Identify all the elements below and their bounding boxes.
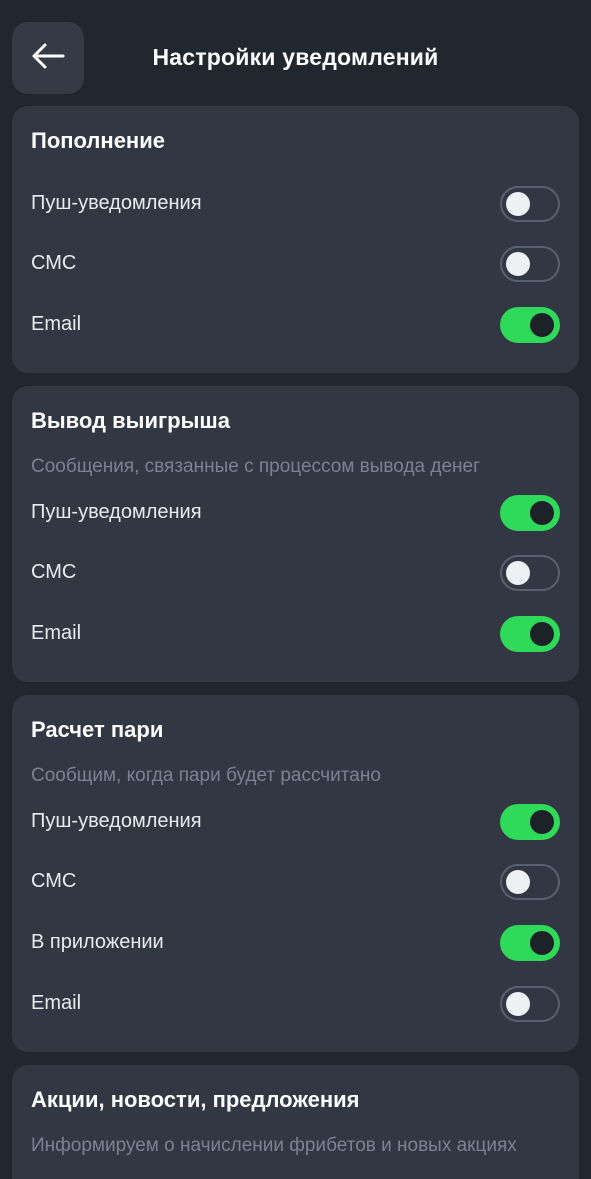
setting-label: Email xyxy=(31,992,82,1014)
in-app-toggle[interactable] xyxy=(500,925,560,961)
push-toggle[interactable] xyxy=(500,186,560,222)
toggle-knob xyxy=(506,992,530,1016)
setting-row-push: Пуш-уведомления xyxy=(12,493,579,533)
email-toggle[interactable] xyxy=(500,986,560,1022)
setting-row-email: Email xyxy=(12,984,579,1024)
setting-label: Email xyxy=(31,313,82,335)
section-description: Сообщения, связанные с процессом вывода … xyxy=(31,456,481,477)
toggle-knob xyxy=(530,622,554,646)
sms-toggle[interactable] xyxy=(500,555,560,591)
section-title: Акции, новости, предложения xyxy=(31,1087,360,1112)
email-toggle[interactable] xyxy=(500,307,560,343)
toggle-knob xyxy=(506,252,530,276)
push-toggle[interactable] xyxy=(500,495,560,531)
setting-row-push: Пуш-уведомления xyxy=(12,184,579,224)
section-deposit: Пополнение Пуш-уведомления СМС Email xyxy=(12,106,579,373)
toggle-knob xyxy=(506,870,530,894)
toggle-knob xyxy=(530,810,554,834)
section-title: Расчет пари xyxy=(31,717,164,742)
toggle-knob xyxy=(530,501,554,525)
toggle-knob xyxy=(530,931,554,955)
setting-label: Пуш-уведомления xyxy=(31,192,202,214)
setting-row-email: Email xyxy=(12,614,579,654)
setting-row-in-app: В приложении xyxy=(12,923,579,963)
page-title: Настройки уведомлений xyxy=(152,44,439,70)
sms-toggle[interactable] xyxy=(500,864,560,900)
sms-toggle[interactable] xyxy=(500,246,560,282)
setting-label: В приложении xyxy=(31,931,164,953)
section-withdrawal: Вывод выигрыша Сообщения, связанные с пр… xyxy=(12,386,579,682)
setting-row-sms: СМС xyxy=(12,553,579,593)
setting-label: Email xyxy=(31,622,82,644)
header: Настройки уведомлений xyxy=(0,0,591,100)
section-title: Пополнение xyxy=(31,128,165,153)
setting-label: Пуш-уведомления xyxy=(31,810,202,832)
section-bet-settlement: Расчет пари Сообщим, когда пари будет ра… xyxy=(12,695,579,1052)
toggle-knob xyxy=(506,192,530,216)
section-promotions: Акции, новости, предложения Информируем … xyxy=(12,1065,579,1179)
setting-label: СМС xyxy=(31,870,77,892)
toggle-knob xyxy=(506,561,530,585)
section-description: Сообщим, когда пари будет рассчитано xyxy=(31,765,381,786)
setting-row-email: Email xyxy=(12,305,579,345)
setting-row-push: Пуш-уведомления xyxy=(12,802,579,842)
email-toggle[interactable] xyxy=(500,616,560,652)
section-description: Информируем о начислении фрибетов и новы… xyxy=(31,1135,517,1156)
setting-label: Пуш-уведомления xyxy=(31,501,202,523)
section-title: Вывод выигрыша xyxy=(31,408,230,433)
push-toggle[interactable] xyxy=(500,804,560,840)
setting-row-sms: СМС xyxy=(12,862,579,902)
toggle-knob xyxy=(530,313,554,337)
setting-row-sms: СМС xyxy=(12,244,579,284)
setting-label: СМС xyxy=(31,252,77,274)
setting-label: СМС xyxy=(31,561,77,583)
